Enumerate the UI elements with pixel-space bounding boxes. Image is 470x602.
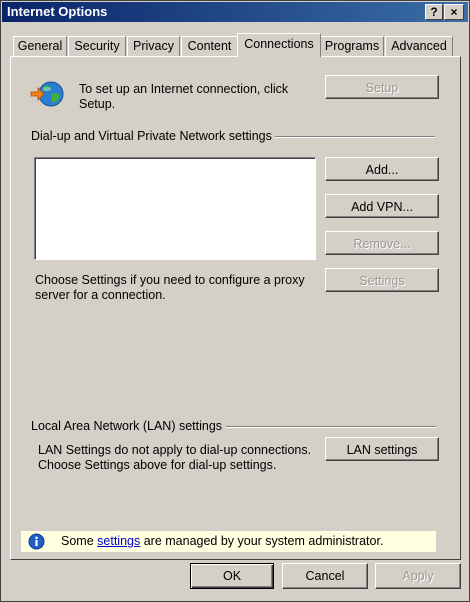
lan-settings-button[interactable]: LAN settings — [325, 437, 439, 461]
close-button[interactable]: × — [444, 4, 464, 20]
globe-connection-icon — [29, 78, 67, 110]
admin-info-bar: Some settings are managed by your system… — [21, 531, 436, 552]
tab-content[interactable]: Content — [181, 36, 238, 56]
internet-options-dialog: Internet Options ? × General Security Pr… — [0, 0, 470, 602]
tab-connections[interactable]: Connections — [237, 33, 321, 57]
dialup-divider — [275, 136, 435, 138]
add-vpn-button[interactable]: Add VPN... — [325, 194, 439, 218]
info-icon — [28, 533, 45, 550]
remove-button[interactable]: Remove... — [325, 231, 439, 255]
admin-info-text: Some settings are managed by your system… — [61, 534, 383, 549]
settings-button[interactable]: Settings — [325, 268, 439, 292]
tab-advanced[interactable]: Advanced — [385, 36, 453, 56]
lan-divider — [226, 426, 436, 428]
tab-privacy[interactable]: Privacy — [127, 36, 180, 56]
tab-security[interactable]: Security — [68, 36, 126, 56]
cancel-button[interactable]: Cancel — [282, 563, 368, 589]
lan-description: LAN Settings do not apply to dial-up con… — [38, 443, 312, 472]
info-text-prefix: Some — [61, 534, 98, 548]
title-bar[interactable]: Internet Options ? × — [2, 2, 468, 22]
lan-section-heading: Local Area Network (LAN) settings — [31, 419, 223, 433]
ok-button[interactable]: OK — [190, 563, 274, 589]
proxy-settings-description: Choose Settings if you need to configure… — [35, 273, 305, 302]
window-title: Internet Options — [7, 4, 108, 19]
info-text-suffix: are managed by your system administrator… — [140, 534, 384, 548]
help-button[interactable]: ? — [425, 4, 443, 20]
apply-button[interactable]: Apply — [375, 563, 461, 589]
setup-button[interactable]: Setup — [325, 75, 439, 99]
tab-strip: General Security Privacy Content Connect… — [10, 33, 460, 57]
setup-description: To set up an Internet connection, click … — [79, 82, 289, 111]
tab-general[interactable]: General — [13, 36, 67, 56]
tab-programs[interactable]: Programs — [320, 36, 384, 56]
dialup-section-heading: Dial-up and Virtual Private Network sett… — [31, 129, 272, 143]
connections-listbox[interactable] — [34, 157, 316, 260]
add-button[interactable]: Add... — [325, 157, 439, 181]
settings-link[interactable]: settings — [97, 534, 140, 548]
